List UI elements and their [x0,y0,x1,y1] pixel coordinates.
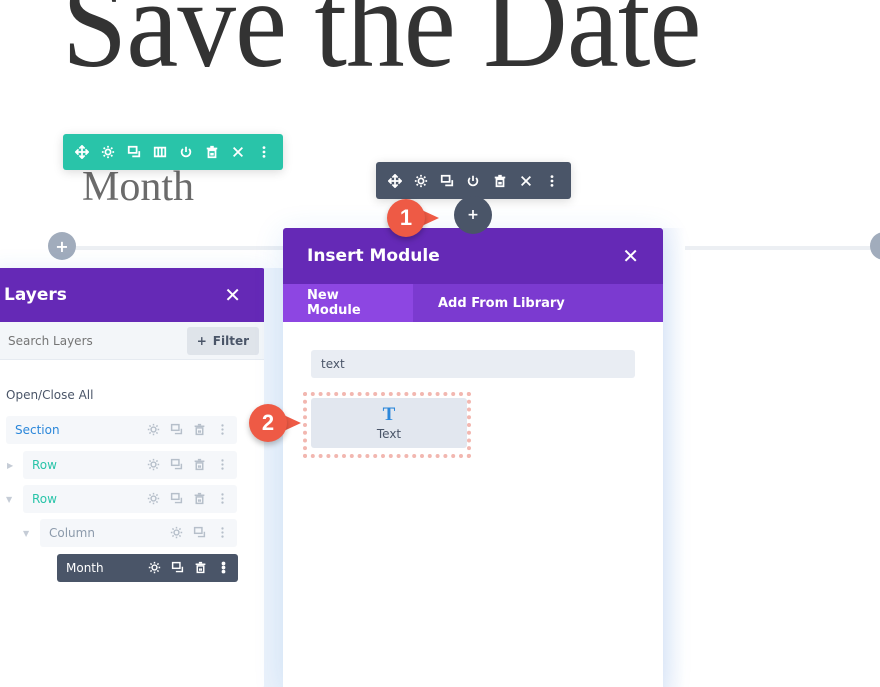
filter-button[interactable]: + Filter [186,326,259,355]
step-badge-2: 2 [249,403,301,443]
layer-item-column[interactable]: Column [40,519,237,547]
layers-panel: Layers ✕ + Filter Open/Close All Section… [0,268,265,687]
panel-divider [264,268,283,687]
gear-icon[interactable] [147,490,160,509]
trash-icon[interactable] [487,162,513,199]
more-icon[interactable] [251,134,277,170]
layer-label: Column [49,526,95,540]
layer-label: Row [32,492,57,506]
layer-item-row[interactable]: Row [23,485,237,513]
duplicate-icon[interactable] [170,421,183,440]
plus-icon: + [196,333,207,348]
gear-icon[interactable] [95,134,121,170]
text-module-icon: T [382,403,396,425]
duplicate-icon[interactable] [434,162,460,199]
step-number: 2 [249,404,287,442]
plus-icon: + [55,236,69,256]
row-toolbar [63,134,283,170]
move-icon[interactable] [382,162,408,199]
layer-label: Row [32,458,57,472]
move-icon[interactable] [69,134,95,170]
hero-title: Save the Date [62,0,702,94]
more-icon[interactable] [216,456,229,475]
expand-arrow-icon[interactable]: ▶ [7,461,13,470]
close-icon[interactable] [513,162,539,199]
columns-icon[interactable] [147,134,173,170]
search-layers-input[interactable] [8,333,158,348]
month-heading[interactable]: Month [82,166,194,208]
trash-icon[interactable] [193,421,206,440]
module-tile-label: Text [376,426,402,441]
open-close-all-link[interactable]: Open/Close All [6,388,93,402]
collapse-arrow-icon[interactable]: ▼ [6,495,12,504]
modal-shadow [663,228,685,687]
gear-icon[interactable] [170,524,183,543]
module-tile-text[interactable]: T Text [311,398,467,448]
add-row-button-right[interactable] [870,232,880,260]
trash-icon[interactable] [194,559,207,578]
duplicate-icon[interactable] [171,559,184,578]
trash-icon[interactable] [199,134,225,170]
modal-title: Insert Module [307,246,440,266]
trash-icon[interactable] [193,490,206,509]
modal-header: Insert Module ✕ [283,228,663,284]
insert-module-modal: Insert Module ✕ New Module Add From Libr… [283,228,663,687]
gear-icon[interactable] [147,456,160,475]
close-icon[interactable]: ✕ [224,283,241,307]
step-number: 1 [387,199,425,237]
layer-label: Section [15,423,60,437]
modal-tabs: New Module Add From Library [283,284,663,322]
gear-icon[interactable] [148,559,161,578]
duplicate-icon[interactable] [170,456,183,475]
power-icon[interactable] [173,134,199,170]
more-icon[interactable] [216,421,229,440]
plus-icon: + [467,207,479,223]
step-badge-1: 1 [387,198,439,238]
more-icon[interactable] [216,524,229,543]
layers-title: Layers [4,285,67,305]
layer-item-row[interactable]: Row [23,451,237,479]
trash-icon[interactable] [193,456,206,475]
duplicate-icon[interactable] [121,134,147,170]
module-toolbar [376,162,571,199]
collapse-arrow-icon[interactable]: ▼ [23,529,29,538]
gear-icon[interactable] [147,421,160,440]
layer-label: Month [66,561,104,575]
filter-label: Filter [212,333,249,348]
layer-item-module-active[interactable]: Month [57,554,238,582]
tab-add-from-library[interactable]: Add From Library [413,284,589,322]
close-icon[interactable] [225,134,251,170]
power-icon[interactable] [460,162,486,199]
more-icon[interactable] [216,490,229,509]
add-module-button[interactable]: + [454,196,492,234]
more-icon[interactable] [217,559,230,578]
duplicate-icon[interactable] [170,490,183,509]
tab-new-module[interactable]: New Module [283,284,413,322]
close-icon[interactable]: ✕ [622,244,639,268]
layers-search-bar: + Filter [0,322,265,360]
layer-item-section[interactable]: Section [6,416,237,444]
gear-icon[interactable] [408,162,434,199]
duplicate-icon[interactable] [193,524,206,543]
more-icon[interactable] [539,162,565,199]
module-search-input[interactable] [311,350,635,378]
layers-header: Layers ✕ [0,268,265,322]
add-row-button[interactable]: + [48,232,76,260]
